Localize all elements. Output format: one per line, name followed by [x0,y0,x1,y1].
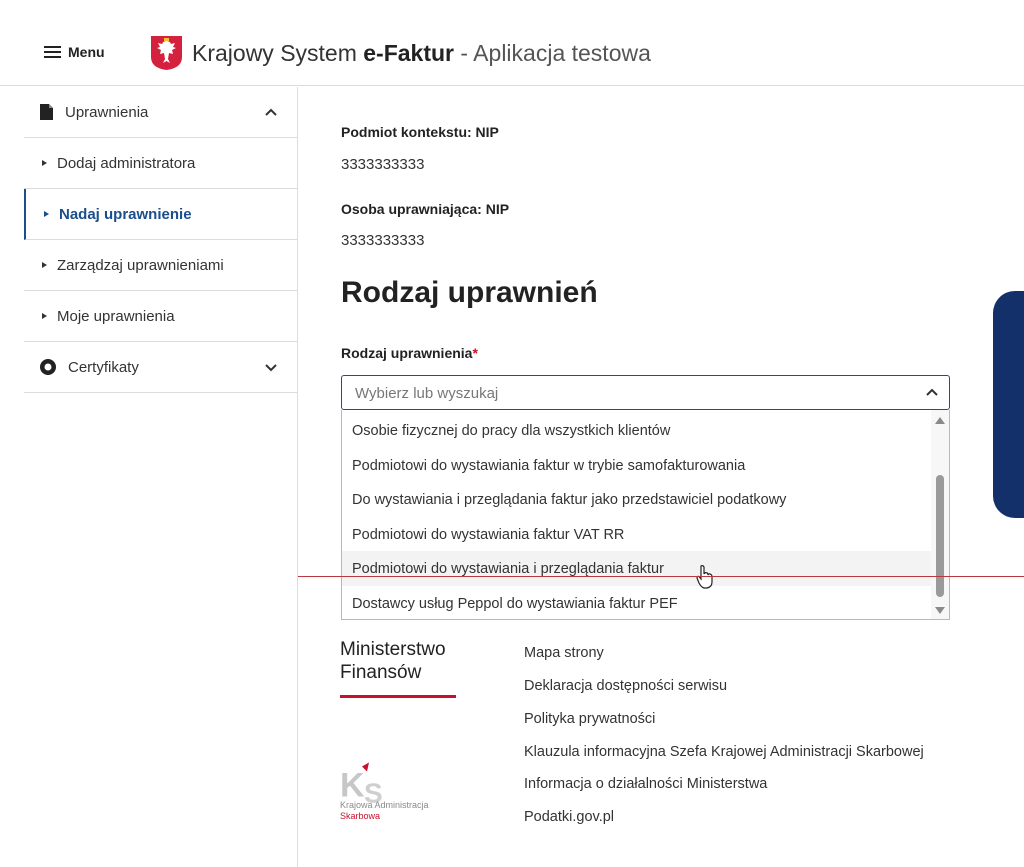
kas-logo-line1: Krajowa Administracja [340,800,429,810]
side-panel-tab[interactable] [993,291,1024,518]
bullet-icon [42,160,47,166]
footer-link-info-clause[interactable]: Klauzula informacyjna Szefa Krajowej Adm… [524,744,924,760]
svg-text:K: K [340,767,365,805]
footer-link-accessibility[interactable]: Deklaracja dostępności serwisu [524,678,727,694]
ministry-of-finance-logo[interactable]: Ministerstwo Finansów [340,638,446,684]
sidebar-section-permissions[interactable]: Uprawnienia [24,87,298,138]
chevron-up-icon[interactable] [925,386,939,400]
kas-logo-line2: Skarbowa [340,811,381,821]
context-nip-label: Podmiot kontekstu: NIP [341,124,499,140]
scroll-up-arrow-icon[interactable] [935,417,945,424]
permission-type-dropdown: Osobie fizycznej do pracy dla wszystkich… [341,410,950,620]
sidebar-section-label: Certyfikaty [68,358,139,376]
brand-part1: Krajowy System [192,40,364,66]
sidebar: Uprawnienia Dodaj administratora Nadaj u… [0,87,298,867]
dropdown-scrollbar[interactable] [931,410,949,619]
footer-divider [298,576,1024,577]
permission-type-label: Rodzaj uprawnienia* [341,345,478,361]
sidebar-item-add-admin[interactable]: Dodaj administratora [24,138,298,189]
sidebar-section-label: Uprawnienia [65,103,149,121]
mf-logo-bar [340,695,456,698]
footer-link-sitemap[interactable]: Mapa strony [524,645,604,661]
hamburger-icon [44,46,61,58]
mf-logo-line2: Finansów [340,662,422,683]
brand-part2: e-Faktur [363,40,455,66]
sidebar-item-manage-permissions[interactable]: Zarządzaj uprawnieniami [24,240,298,291]
mf-logo-line1: Ministerstwo [340,639,446,660]
dropdown-option[interactable]: Osobie fizycznej do pracy dla wszystkich… [342,413,932,448]
scrollbar-thumb[interactable] [936,475,944,597]
required-mark: * [472,345,478,361]
select-placeholder: Wybierz lub wyszukaj [355,385,499,402]
chevron-down-icon [265,364,277,372]
chevron-up-icon [265,108,277,116]
bullet-icon [44,211,49,217]
sidebar-item-grant-permission[interactable]: Nadaj uprawnienie [24,189,298,240]
menu-button[interactable]: Menu [44,44,105,60]
sidebar-item-label: Nadaj uprawnienie [59,205,192,223]
dropdown-option[interactable]: Do wystawiania i przeglądania faktur jak… [342,482,932,517]
hand-pointer-icon [696,565,713,589]
footer-link-ministry-info[interactable]: Informacja o działalności Ministerstwa [524,776,767,792]
footer-link-privacy[interactable]: Polityka prywatności [524,711,655,727]
permission-type-label-text: Rodzaj uprawnienia [341,345,473,361]
sidebar-item-my-permissions[interactable]: Moje uprawnienia [24,291,298,342]
footer-link-podatki[interactable]: Podatki.gov.pl [524,809,614,825]
scroll-down-arrow-icon[interactable] [935,607,945,614]
sidebar-item-label: Dodaj administratora [57,154,196,172]
context-nip-value: 3333333333 [341,156,425,173]
dropdown-option[interactable]: Podmiotowi do wystawiania faktur VAT RR [342,517,932,552]
granting-nip-value: 3333333333 [341,232,425,249]
certificate-icon [40,359,56,375]
sidebar-item-label: Moje uprawnienia [57,307,175,325]
granting-nip-label: Osoba uprawniająca: NIP [341,201,510,217]
brand-part3: - Aplikacja testowa [454,40,651,66]
dropdown-option-hovered[interactable]: Podmiotowi do wystawiania i przeglądania… [342,551,932,586]
dropdown-option[interactable]: Dostawcy usług Peppol do wystawiania fak… [342,586,932,619]
app-header: Menu Krajowy System e-Faktur - Aplikacja… [0,18,1024,86]
menu-label: Menu [68,44,105,60]
document-icon [40,104,53,120]
permission-type-select[interactable]: Wybierz lub wyszukaj [341,375,950,410]
polish-emblem-icon [151,36,182,70]
sidebar-section-certificates[interactable]: Certyfikaty [24,342,298,393]
sidebar-item-label: Zarządzaj uprawnieniami [57,256,224,274]
app-brand[interactable]: Krajowy System e-Faktur - Aplikacja test… [192,40,651,67]
bullet-icon [42,313,47,319]
section-title: Rodzaj uprawnień [341,276,598,309]
bullet-icon [42,262,47,268]
dropdown-option[interactable]: Podmiotowi do wystawiania faktur w trybi… [342,448,932,483]
